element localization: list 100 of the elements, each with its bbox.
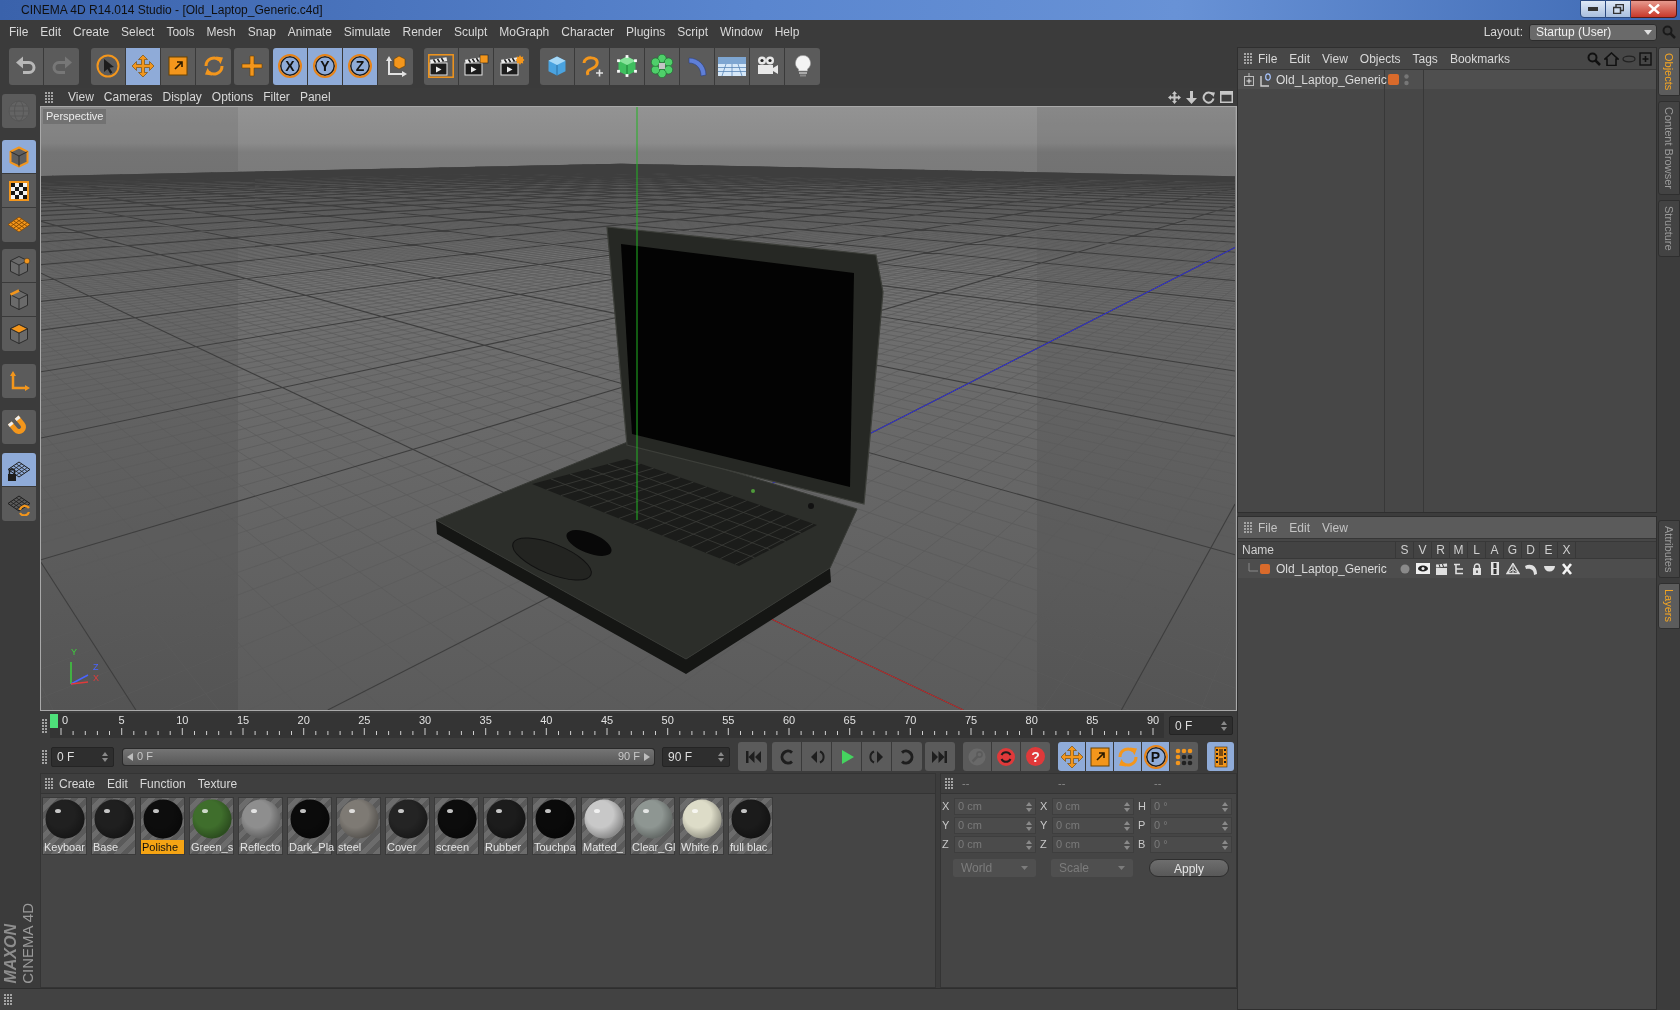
menu-item[interactable]: File: [3, 23, 35, 41]
column-header[interactable]: Name: [1238, 542, 1396, 558]
material-swatch[interactable]: steel: [336, 797, 381, 855]
layer-row[interactable]: Old_Laptop_Generic: [1238, 559, 1656, 578]
layer-flag-toggle[interactable]: [1504, 561, 1522, 576]
move-tool-button[interactable]: [126, 47, 161, 85]
current-frame-field[interactable]: 0 F: [1169, 716, 1233, 735]
polygons-mode-button[interactable]: [2, 317, 36, 351]
material-swatch[interactable]: Polishe: [140, 797, 185, 855]
viewport-menu-item[interactable]: Cameras: [98, 90, 158, 104]
step-forward-button[interactable]: [862, 742, 892, 771]
scale-key-button[interactable]: [1086, 742, 1114, 771]
object-menu-item[interactable]: Bookmarks: [1443, 49, 1516, 68]
restore-button[interactable]: [1606, 0, 1631, 18]
workplane-rotate-button[interactable]: [2, 487, 36, 521]
material-swatch[interactable]: Dark_Pla: [287, 797, 332, 855]
current-frame-marker[interactable]: [50, 714, 58, 728]
layer-color-swatch[interactable]: [1260, 563, 1270, 574]
layer-color-swatch[interactable]: [1388, 74, 1399, 85]
material-swatch[interactable]: White p: [679, 797, 724, 855]
help-button[interactable]: ?: [1021, 742, 1050, 771]
timeline-button[interactable]: [1207, 742, 1234, 771]
edges-mode-button[interactable]: [2, 283, 36, 317]
undo-button[interactable]: [9, 47, 44, 85]
layer-menu-item[interactable]: Edit: [1283, 518, 1317, 537]
menu-item[interactable]: Render: [396, 23, 448, 41]
layout-dropdown[interactable]: Startup (User): [1529, 23, 1657, 41]
column-header[interactable]: G: [1504, 542, 1522, 558]
rotate-tool-button[interactable]: [196, 47, 231, 85]
side-tab[interactable]: Attributes: [1658, 520, 1680, 579]
light-button[interactable]: [785, 47, 820, 85]
parameter-key-button[interactable]: P: [1142, 742, 1170, 771]
material-swatch[interactable]: full blac: [728, 797, 773, 855]
menu-item[interactable]: Tools: [160, 23, 201, 41]
layer-menu-item[interactable]: View: [1316, 518, 1354, 537]
step-back-button[interactable]: [802, 742, 832, 771]
menu-item[interactable]: Snap: [241, 23, 282, 41]
object-menu-item[interactable]: Tags: [1406, 49, 1444, 68]
material-swatch[interactable]: Reflecto: [238, 797, 283, 855]
apply-button[interactable]: Apply: [1149, 859, 1229, 877]
record-button[interactable]: [992, 742, 1021, 771]
column-header[interactable]: D: [1522, 542, 1540, 558]
material-swatch[interactable]: Clear_Gl: [630, 797, 675, 855]
viewport-menu-item[interactable]: Panel: [294, 90, 336, 104]
column-header[interactable]: V: [1414, 542, 1432, 558]
close-button[interactable]: [1631, 0, 1677, 18]
object-row[interactable]: Old_Laptop_Generic: [1238, 70, 1656, 89]
column-header[interactable]: R: [1432, 542, 1450, 558]
spline-button[interactable]: [575, 47, 610, 85]
cube-button[interactable]: [540, 47, 575, 85]
subdivision-cube-button[interactable]: [610, 47, 645, 85]
menu-item[interactable]: Edit: [34, 23, 68, 41]
side-tab[interactable]: Layers: [1658, 583, 1680, 629]
menu-item[interactable]: Script: [671, 23, 714, 41]
timeline-ruler[interactable]: 0 5 10 15 20 25 30 35 40 45 50 55 60 65 70 75 80 85 90: [50, 713, 1164, 738]
selection-tool-button[interactable]: [91, 47, 126, 85]
snap-button[interactable]: [2, 410, 36, 444]
side-tab[interactable]: Objects: [1658, 47, 1680, 97]
axis-mode-button[interactable]: [2, 364, 36, 398]
menu-item[interactable]: MoGraph: [493, 23, 556, 41]
axis-lock-button[interactable]: X: [273, 47, 308, 85]
menu-item[interactable]: Sculpt: [447, 23, 494, 41]
column-header[interactable]: E: [1540, 542, 1558, 558]
render-settings-button[interactable]: [494, 47, 529, 85]
next-key-button[interactable]: [892, 742, 922, 771]
skip-to-end-button[interactable]: [925, 742, 955, 771]
side-tab[interactable]: Content Browser: [1658, 101, 1680, 196]
column-header[interactable]: M: [1450, 542, 1468, 558]
skip-to-start-button[interactable]: [738, 742, 767, 771]
point-level-button[interactable]: [1170, 742, 1198, 771]
add-tool-button[interactable]: [234, 47, 269, 85]
axis-lock-button[interactable]: Y: [308, 47, 343, 85]
camera-button[interactable]: [750, 47, 785, 85]
menu-item[interactable]: Mesh: [200, 23, 242, 41]
floor-button[interactable]: [715, 47, 750, 85]
column-header[interactable]: X: [1558, 542, 1576, 558]
cluster-button[interactable]: [645, 47, 680, 85]
viewport-menu-item[interactable]: Display: [157, 90, 207, 104]
material-swatch[interactable]: Rubber: [483, 797, 528, 855]
menu-item[interactable]: Simulate: [337, 23, 397, 41]
render-picture-button[interactable]: [459, 47, 494, 85]
column-header[interactable]: A: [1486, 542, 1504, 558]
start-frame-field[interactable]: 0 F: [51, 746, 114, 767]
scale-tool-button[interactable]: [161, 47, 196, 85]
menu-item[interactable]: Plugins: [619, 23, 672, 41]
position-key-button[interactable]: [1058, 742, 1086, 771]
side-tab[interactable]: Structure: [1658, 200, 1680, 257]
viewport-menu-item[interactable]: View: [63, 90, 99, 104]
menu-item[interactable]: Select: [115, 23, 161, 41]
layer-menu-item[interactable]: File: [1252, 518, 1284, 537]
viewport-menu-item[interactable]: Filter: [258, 90, 295, 104]
end-frame-field[interactable]: 90 F: [662, 746, 730, 767]
object-menu-item[interactable]: Edit: [1283, 49, 1317, 68]
menu-item[interactable]: Animate: [281, 23, 338, 41]
material-menu-item[interactable]: Edit: [101, 774, 134, 793]
material-swatch[interactable]: Touchpa: [532, 797, 577, 855]
object-menu-item[interactable]: File: [1252, 49, 1284, 68]
play-button[interactable]: [832, 742, 862, 771]
menu-item[interactable]: Window: [714, 23, 769, 41]
material-swatch[interactable]: Cover: [385, 797, 430, 855]
